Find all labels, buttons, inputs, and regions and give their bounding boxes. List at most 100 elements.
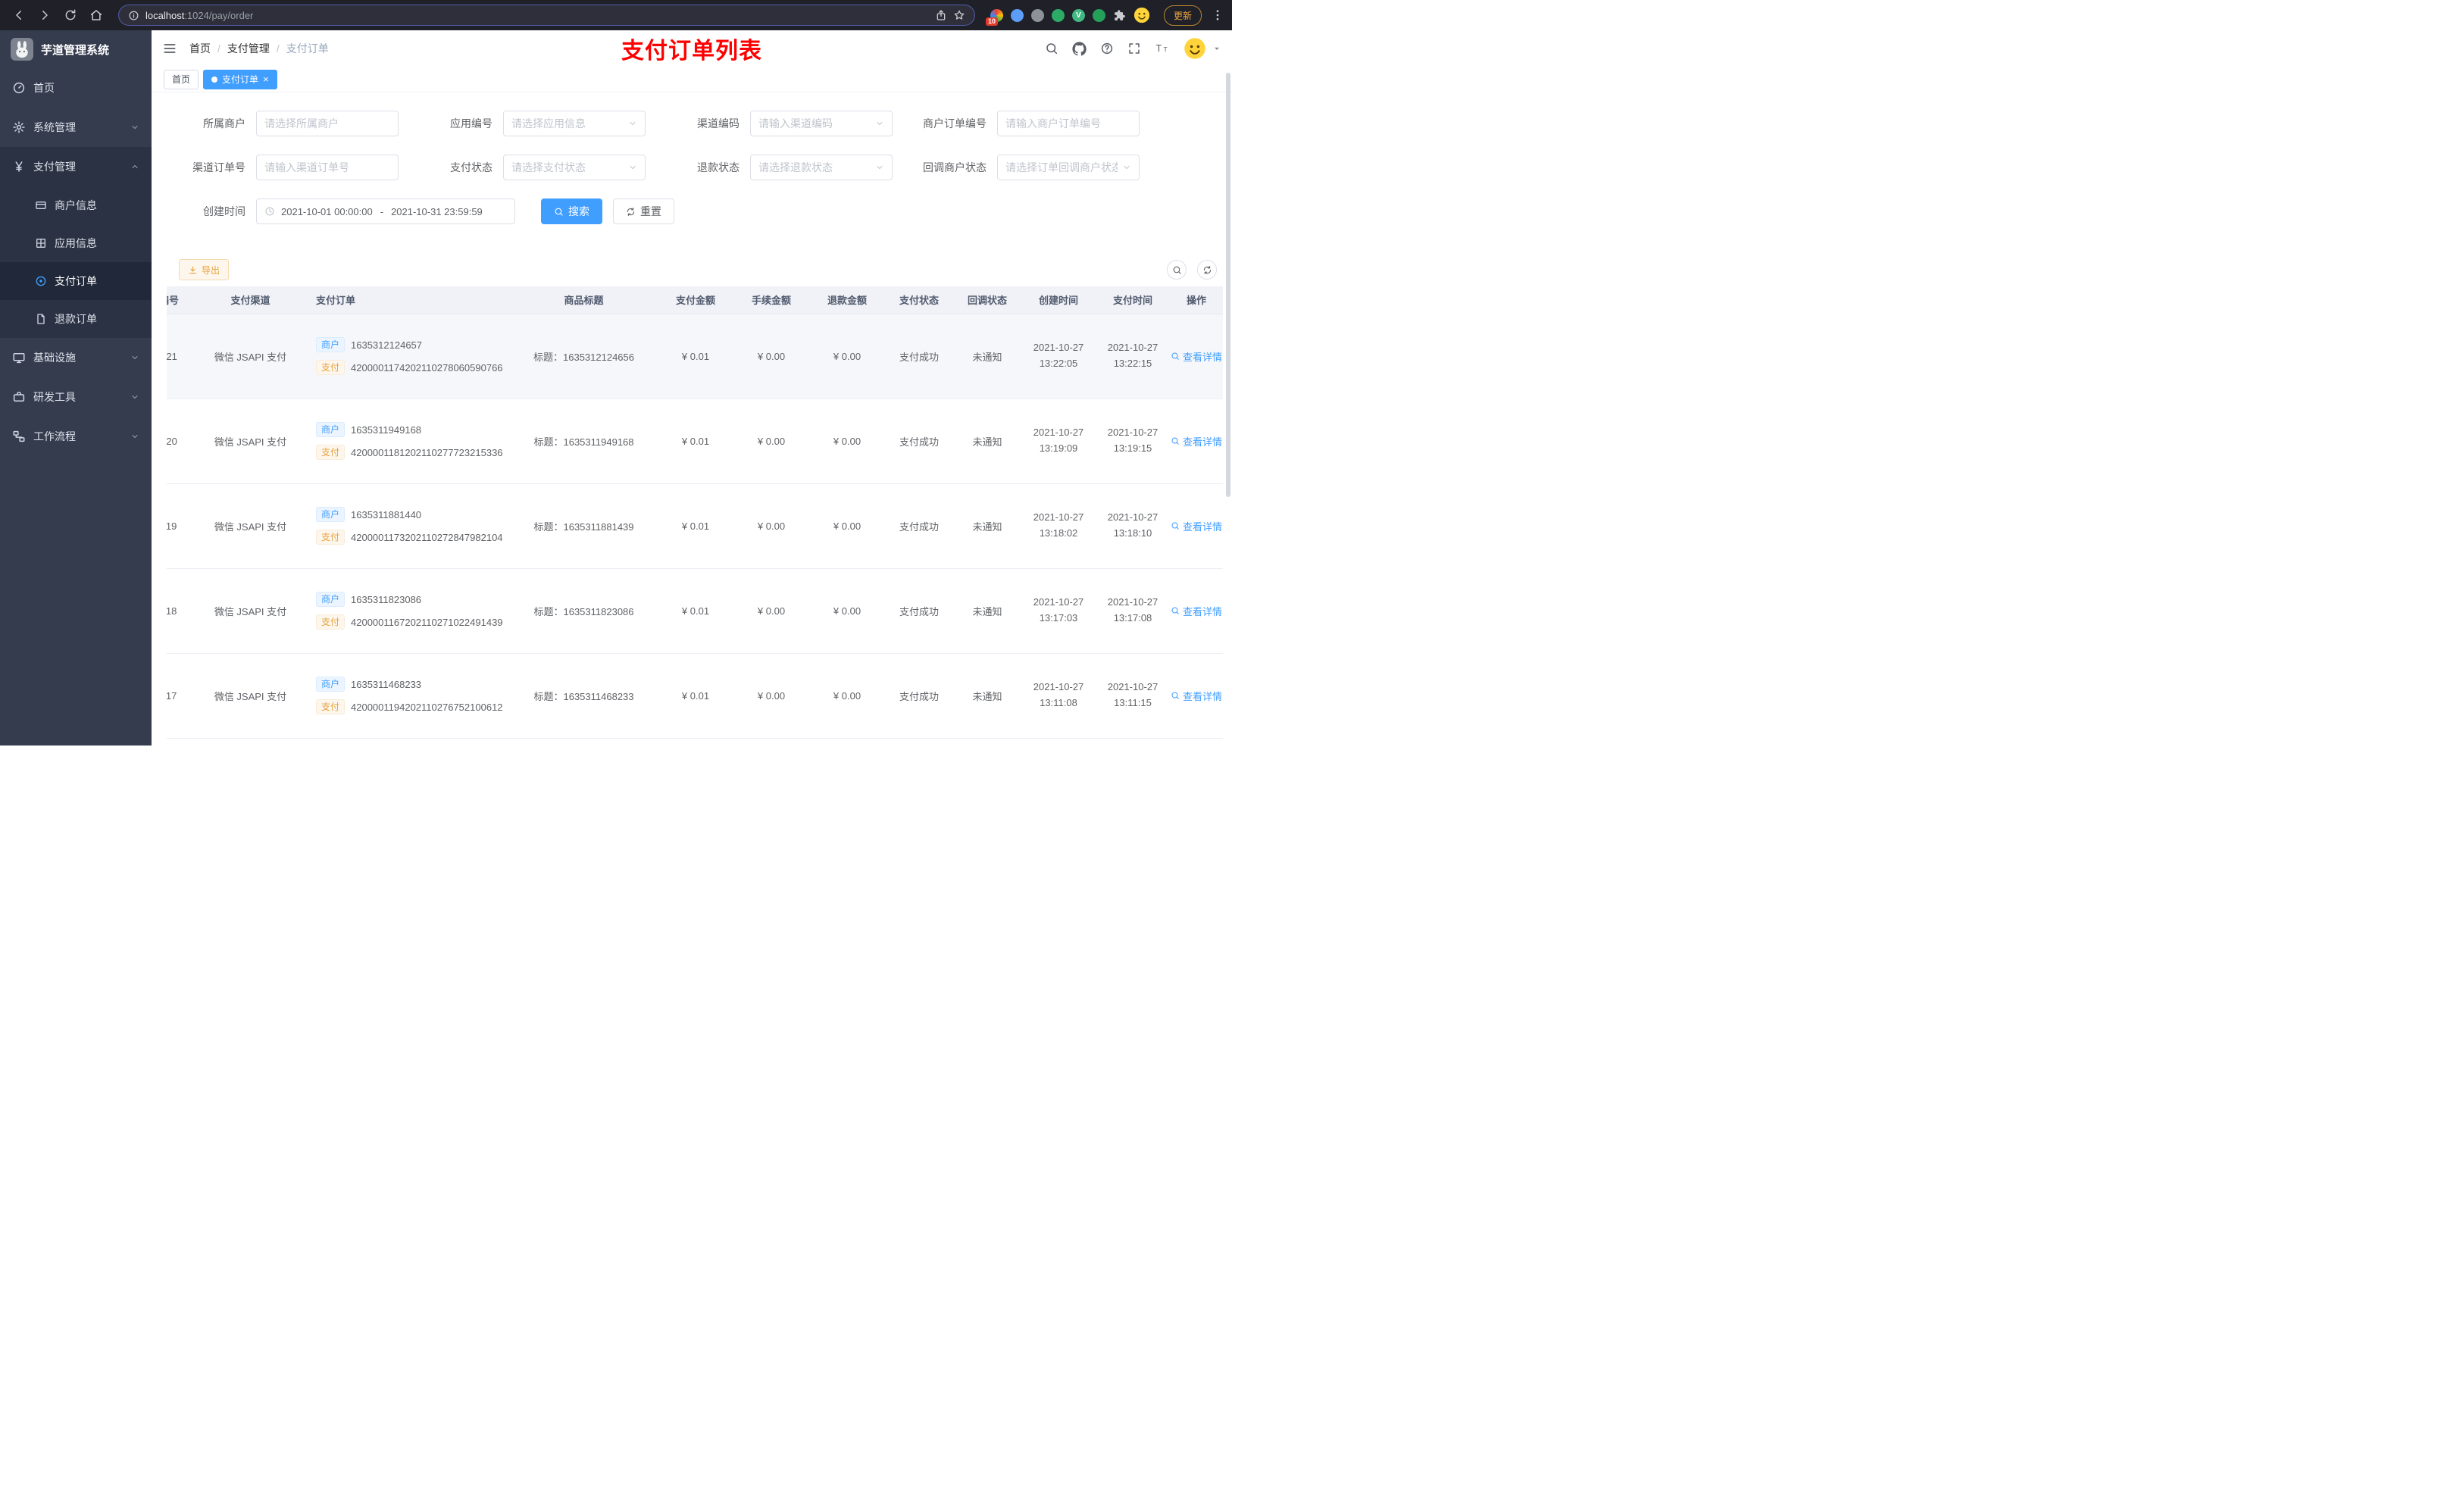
- search-button[interactable]: 搜索: [541, 198, 602, 224]
- extension-icon[interactable]: [1010, 8, 1024, 22]
- view-detail-label: 查看详情: [1182, 436, 1222, 448]
- address-bar[interactable]: localhost:1024/pay/order: [118, 5, 975, 26]
- filter-notify-status-select[interactable]: 请选择订单回调商户状态: [997, 155, 1140, 180]
- action-cell: 查看详情: [1170, 653, 1223, 739]
- action-cell: 查看详情: [1170, 314, 1223, 399]
- fee-amount: ¥ 0.00: [733, 483, 809, 569]
- merchant-tag: 商户: [316, 337, 346, 352]
- extension-icon[interactable]: [1051, 8, 1065, 22]
- view-detail-link[interactable]: 查看详情: [1171, 689, 1222, 703]
- extension-icon[interactable]: 10: [985, 8, 1003, 26]
- forward-icon[interactable]: [33, 4, 56, 27]
- order-id: 119: [167, 483, 211, 569]
- sidebar-item-merchant-info[interactable]: 商户信息: [0, 186, 152, 224]
- tab-home[interactable]: 首页: [164, 69, 199, 89]
- sidebar-item-dev-tools[interactable]: 研发工具: [0, 377, 152, 417]
- share-icon[interactable]: [935, 9, 947, 21]
- create-time: 2021-10-27 13:17:03: [1021, 568, 1096, 654]
- search-icon[interactable]: [1045, 42, 1058, 55]
- fullscreen-icon[interactable]: [1127, 42, 1141, 55]
- column-header: 支付时间: [1096, 286, 1170, 314]
- merchant-order-line: 商户 1635312124657: [316, 337, 510, 352]
- column-header: 操作: [1170, 286, 1223, 314]
- sidebar-group-workflow: 工作流程: [0, 417, 152, 456]
- order-id: 117: [167, 653, 211, 739]
- sidebar-item-refund-order[interactable]: 退款订单: [0, 300, 152, 338]
- action-cell: [1170, 738, 1223, 746]
- user-avatar[interactable]: [1184, 37, 1206, 60]
- view-detail-link[interactable]: 查看详情: [1171, 604, 1222, 618]
- extension-icon[interactable]: V: [1071, 8, 1085, 22]
- chevron-down-icon[interactable]: [1212, 44, 1221, 53]
- filter-app-no-select[interactable]: 请选择应用信息: [503, 111, 646, 136]
- extension-icon[interactable]: [1092, 8, 1105, 22]
- create-time-range-input[interactable]: 2021-10-01 00:00:00-2021-10-31 23:59:59: [256, 198, 515, 224]
- chevron-down-icon: [130, 432, 139, 441]
- breadcrumb-item[interactable]: 支付管理: [227, 41, 270, 56]
- extensions-puzzle-icon[interactable]: [1113, 9, 1126, 22]
- browser-profile-avatar[interactable]: [1134, 7, 1150, 23]
- filter-field-merchant: 所属商户 请选择所属商户: [167, 111, 399, 136]
- toolbox-icon: [12, 390, 26, 404]
- column-header: 退款金额: [809, 286, 885, 314]
- filter-merchant-input[interactable]: 请选择所属商户: [256, 111, 399, 136]
- browser-menu-icon[interactable]: [1211, 8, 1224, 22]
- extension-icon[interactable]: [1030, 8, 1044, 22]
- sidebar-item-infrastructure[interactable]: 基础设施: [0, 338, 152, 377]
- refresh-button[interactable]: [1197, 260, 1217, 280]
- sidebar-item-label: 退款订单: [55, 313, 97, 325]
- column-header: 支付金额: [658, 286, 733, 314]
- pay-status: 支付成功: [885, 568, 953, 654]
- github-icon[interactable]: [1072, 41, 1087, 56]
- filter-channel-order-no-input[interactable]: 请输入渠道订单号: [256, 155, 399, 180]
- sidebar-item-workflow[interactable]: 工作流程: [0, 417, 152, 456]
- view-detail-link[interactable]: 查看详情: [1171, 349, 1222, 364]
- hamburger-icon[interactable]: [162, 41, 177, 56]
- filter-refund-status-select[interactable]: 请选择退款状态: [750, 155, 893, 180]
- pay-amount: ¥ 0.01: [658, 653, 733, 739]
- url-path: :1024/pay/order: [184, 9, 254, 21]
- browser-chrome: localhost:1024/pay/order 10 V 更新: [0, 0, 1232, 30]
- filter-channel-code-select[interactable]: 请输入渠道编码: [750, 111, 893, 136]
- sidebar-item-payment[interactable]: 支付管理: [0, 147, 152, 186]
- filter-label: 支付状态: [450, 161, 492, 173]
- page-scrollbar[interactable]: [1226, 73, 1230, 497]
- order-id: 121: [167, 314, 211, 399]
- site-info-icon[interactable]: [128, 10, 139, 21]
- pay-tag: 支付: [316, 445, 346, 460]
- flow-icon: [12, 430, 26, 443]
- app-logo: 芋道管理系统: [0, 30, 152, 68]
- column-header: 回调状态: [953, 286, 1021, 314]
- browser-update-button[interactable]: 更新: [1163, 5, 1202, 26]
- time-text: 13:18:02: [1039, 527, 1078, 539]
- pay-order-cell: 商户 1635311823086 支付 42000011672021102710224…: [290, 568, 510, 654]
- tab-pay-order[interactable]: 支付订单 ×: [203, 69, 277, 89]
- reload-icon[interactable]: [59, 4, 82, 27]
- chevron-down-icon: [875, 163, 884, 172]
- sidebar-item-app-info[interactable]: 应用信息: [0, 224, 152, 262]
- bookmark-star-icon[interactable]: [953, 9, 965, 21]
- sidebar-item-home[interactable]: 首页: [0, 68, 152, 108]
- filter-merchant-order-no-input[interactable]: 请输入商户订单编号: [997, 111, 1140, 136]
- view-detail-link[interactable]: 查看详情: [1171, 434, 1222, 449]
- view-detail-link[interactable]: 查看详情: [1171, 519, 1222, 533]
- back-icon[interactable]: [8, 4, 30, 27]
- filter-pay-status-select[interactable]: 请选择支付状态: [503, 155, 646, 180]
- filter-field-refund-status: 退款状态 请选择退款状态: [661, 155, 893, 180]
- home-icon[interactable]: [85, 4, 108, 27]
- font-size-icon[interactable]: TT: [1155, 41, 1170, 56]
- reset-button[interactable]: 重置: [613, 198, 674, 224]
- merchant-order-no: 1635311949168: [351, 424, 422, 436]
- pay-transaction-no: 4200001181202110277723215336: [351, 446, 503, 458]
- export-button[interactable]: 导出: [179, 259, 230, 280]
- toggle-search-button[interactable]: [1167, 260, 1187, 280]
- help-icon[interactable]: [1100, 42, 1114, 55]
- sidebar-item-pay-order[interactable]: 支付订单: [0, 262, 152, 300]
- chevron-down-icon: [130, 392, 139, 402]
- pay-amount: [658, 738, 733, 746]
- tab-close-icon[interactable]: ×: [263, 74, 269, 84]
- refresh-icon: [1202, 265, 1212, 275]
- refund-amount: ¥ 0.00: [809, 568, 885, 654]
- breadcrumb-item[interactable]: 首页: [189, 41, 211, 56]
- sidebar-item-system[interactable]: 系统管理: [0, 108, 152, 147]
